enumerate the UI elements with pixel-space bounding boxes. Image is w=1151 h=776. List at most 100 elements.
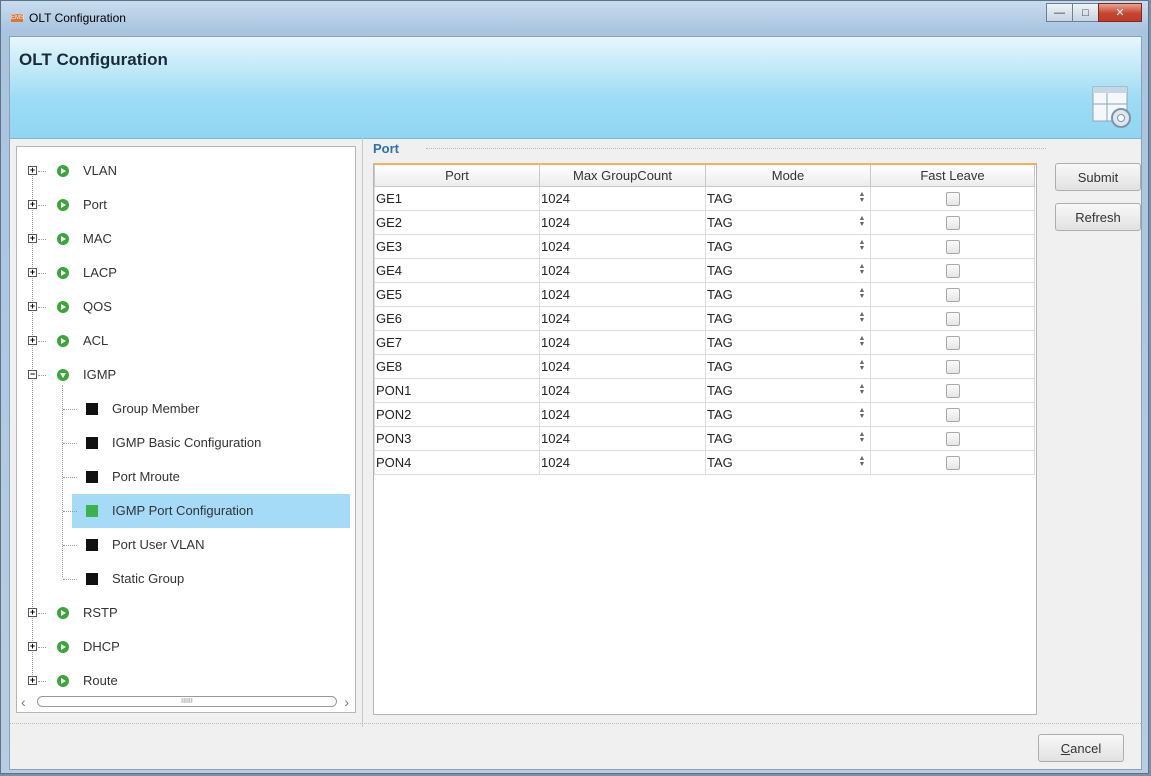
fast-leave-checkbox[interactable] <box>946 311 960 326</box>
table-row[interactable]: PON4 1024 TAG ▲ ▼ <box>374 450 1035 475</box>
mode-spinner[interactable]: TAG ▲ ▼ <box>705 330 871 355</box>
tree-node-rstp[interactable]: + RSTP <box>17 601 355 625</box>
tree-node-route[interactable]: + Route <box>17 669 355 693</box>
max-group-count-cell[interactable]: 1024 <box>539 450 706 475</box>
fast-leave-checkbox[interactable] <box>946 383 960 398</box>
expand-icon[interactable]: + <box>28 336 37 345</box>
column-header-fast-leave[interactable]: Fast Leave <box>870 165 1035 187</box>
fast-leave-checkbox[interactable] <box>946 359 960 374</box>
spinner-arrows-icon[interactable]: ▲ ▼ <box>858 239 866 252</box>
mode-spinner[interactable]: TAG ▲ ▼ <box>705 210 871 235</box>
fast-leave-checkbox[interactable] <box>946 335 960 350</box>
fast-leave-checkbox[interactable] <box>946 407 960 422</box>
max-group-count-cell[interactable]: 1024 <box>539 426 706 451</box>
spinner-arrows-icon[interactable]: ▲ ▼ <box>858 455 866 468</box>
table-row[interactable]: GE6 1024 TAG ▲ ▼ <box>374 306 1035 331</box>
cancel-button[interactable]: Cancel <box>1038 734 1124 762</box>
max-group-count-cell[interactable]: 1024 <box>539 186 706 211</box>
column-header-mode[interactable]: Mode <box>705 165 871 187</box>
tree-leaf-igmp-basic-configuration[interactable]: IGMP Basic Configuration <box>17 431 355 455</box>
mode-spinner[interactable]: TAG ▲ ▼ <box>705 258 871 283</box>
table-row[interactable]: GE4 1024 TAG ▲ ▼ <box>374 258 1035 283</box>
scroll-right-icon[interactable]: › <box>344 694 349 710</box>
max-group-count-cell[interactable]: 1024 <box>539 330 706 355</box>
tree-node-dhcp[interactable]: + DHCP <box>17 635 355 659</box>
navigation-tree[interactable]: + VLAN + Port + MAC + LACP + QOS + ACL − IGMP + RSTP + DH… <box>16 146 356 713</box>
max-group-count-cell[interactable]: 1024 <box>539 282 706 307</box>
tree-node-vlan[interactable]: + VLAN <box>17 159 355 183</box>
tree-leaf-port-user-vlan[interactable]: Port User VLAN <box>17 533 355 557</box>
refresh-button[interactable]: Refresh <box>1055 203 1141 231</box>
tree-node-mac[interactable]: + MAC <box>17 227 355 251</box>
table-row[interactable]: GE3 1024 TAG ▲ ▼ <box>374 234 1035 259</box>
minimize-button[interactable]: — <box>1046 3 1073 22</box>
mode-spinner[interactable]: TAG ▲ ▼ <box>705 282 871 307</box>
mode-spinner[interactable]: TAG ▲ ▼ <box>705 450 871 475</box>
table-row[interactable]: PON2 1024 TAG ▲ ▼ <box>374 402 1035 427</box>
spinner-arrows-icon[interactable]: ▲ ▼ <box>858 359 866 372</box>
fast-leave-checkbox[interactable] <box>946 263 960 278</box>
table-row[interactable]: PON1 1024 TAG ▲ ▼ <box>374 378 1035 403</box>
tree-leaf-group-member[interactable]: Group Member <box>17 397 355 421</box>
table-row[interactable]: GE5 1024 TAG ▲ ▼ <box>374 282 1035 307</box>
mode-spinner[interactable]: TAG ▲ ▼ <box>705 426 871 451</box>
fast-leave-checkbox[interactable] <box>946 455 960 470</box>
max-group-count-cell[interactable]: 1024 <box>539 258 706 283</box>
table-row[interactable]: GE7 1024 TAG ▲ ▼ <box>374 330 1035 355</box>
max-group-count-cell[interactable]: 1024 <box>539 234 706 259</box>
collapse-icon[interactable]: − <box>28 370 37 379</box>
expand-icon[interactable]: + <box>28 200 37 209</box>
spinner-arrows-icon[interactable]: ▲ ▼ <box>858 311 866 324</box>
max-group-count-cell[interactable]: 1024 <box>539 402 706 427</box>
max-group-count-cell[interactable]: 1024 <box>539 378 706 403</box>
spinner-arrows-icon[interactable]: ▲ ▼ <box>858 263 866 276</box>
splitter[interactable] <box>362 137 363 727</box>
close-button[interactable]: ✕ <box>1098 3 1142 22</box>
tree-node-port[interactable]: + Port <box>17 193 355 217</box>
maximize-button[interactable]: □ <box>1072 3 1099 22</box>
tree-horizontal-scrollbar[interactable]: ‹ IIIIII › <box>19 694 353 710</box>
mode-spinner[interactable]: TAG ▲ ▼ <box>705 186 871 211</box>
mode-spinner[interactable]: TAG ▲ ▼ <box>705 402 871 427</box>
tree-leaf-static-group[interactable]: Static Group <box>17 567 355 591</box>
expand-icon[interactable]: + <box>28 234 37 243</box>
fast-leave-checkbox[interactable] <box>946 431 960 446</box>
table-row[interactable]: GE2 1024 TAG ▲ ▼ <box>374 210 1035 235</box>
spinner-arrows-icon[interactable]: ▲ ▼ <box>858 407 866 420</box>
expand-icon[interactable]: + <box>28 166 37 175</box>
column-header-port[interactable]: Port <box>374 165 540 187</box>
expand-icon[interactable]: + <box>28 302 37 311</box>
column-header-max-groupcount[interactable]: Max GroupCount <box>539 165 706 187</box>
tree-node-qos[interactable]: + QOS <box>17 295 355 319</box>
scroll-left-icon[interactable]: ‹ <box>21 694 26 710</box>
spinner-arrows-icon[interactable]: ▲ ▼ <box>858 191 866 204</box>
mode-spinner[interactable]: TAG ▲ ▼ <box>705 306 871 331</box>
spinner-arrows-icon[interactable]: ▲ ▼ <box>858 431 866 444</box>
spinner-arrows-icon[interactable]: ▲ ▼ <box>858 335 866 348</box>
tree-node-acl[interactable]: + ACL <box>17 329 355 353</box>
spinner-arrows-icon[interactable]: ▲ ▼ <box>858 287 866 300</box>
fast-leave-checkbox[interactable] <box>946 215 960 230</box>
tree-leaf-port-mroute[interactable]: Port Mroute <box>17 465 355 489</box>
fast-leave-checkbox[interactable] <box>946 239 960 254</box>
expand-icon[interactable]: + <box>28 676 37 685</box>
table-row[interactable]: PON3 1024 TAG ▲ ▼ <box>374 426 1035 451</box>
title-bar[interactable]: EMS OLT Configuration — □ ✕ <box>1 1 1148 37</box>
submit-button[interactable]: Submit <box>1055 163 1141 191</box>
max-group-count-cell[interactable]: 1024 <box>539 354 706 379</box>
table-row[interactable]: GE1 1024 TAG ▲ ▼ <box>374 186 1035 211</box>
spinner-arrows-icon[interactable]: ▲ ▼ <box>858 215 866 228</box>
max-group-count-cell[interactable]: 1024 <box>539 306 706 331</box>
spinner-arrows-icon[interactable]: ▲ ▼ <box>858 383 866 396</box>
fast-leave-checkbox[interactable] <box>946 287 960 302</box>
tree-node-igmp[interactable]: − IGMP <box>17 363 355 387</box>
tree-node-lacp[interactable]: + LACP <box>17 261 355 285</box>
expand-icon[interactable]: + <box>28 608 37 617</box>
mode-spinner[interactable]: TAG ▲ ▼ <box>705 234 871 259</box>
fast-leave-checkbox[interactable] <box>946 191 960 206</box>
max-group-count-cell[interactable]: 1024 <box>539 210 706 235</box>
mode-spinner[interactable]: TAG ▲ ▼ <box>705 354 871 379</box>
table-row[interactable]: GE8 1024 TAG ▲ ▼ <box>374 354 1035 379</box>
tree-leaf-igmp-port-configuration[interactable]: IGMP Port Configuration <box>17 499 355 523</box>
expand-icon[interactable]: + <box>28 642 37 651</box>
